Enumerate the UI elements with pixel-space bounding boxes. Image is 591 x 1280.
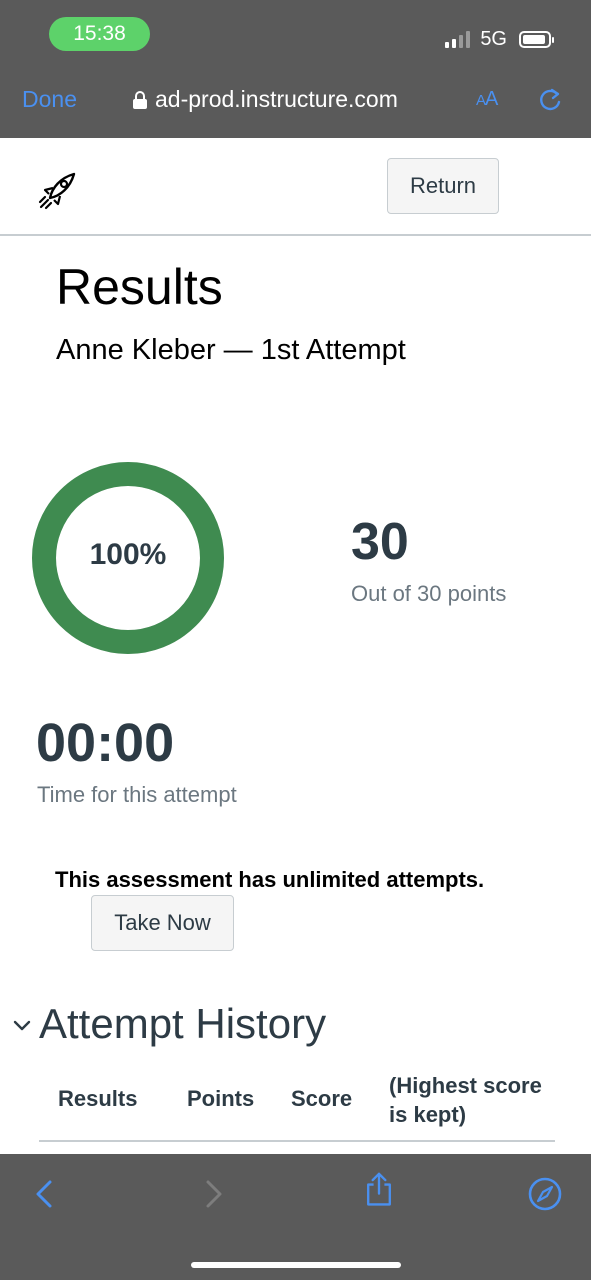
table-divider [39,1140,555,1142]
lock-icon [133,90,147,109]
browser-top-bar: 15:38 5G Done ad-prod.instructure.com AA [0,0,591,138]
attempt-subtitle: Anne Kleber — 1st Attempt [56,334,406,366]
done-button[interactable]: Done [22,86,77,113]
text-size-icon[interactable]: AA [476,88,498,111]
compass-icon[interactable] [527,1176,563,1212]
url-bar[interactable]: Done ad-prod.instructure.com AA [0,78,591,124]
score-percent: 100% [89,538,167,571]
reload-icon[interactable] [536,86,564,114]
attempt-history-title[interactable]: Attempt History [39,1000,326,1048]
share-icon[interactable] [361,1172,397,1208]
rocket-icon [38,172,76,210]
page-header: Return [0,138,591,236]
time-caption: Time for this attempt [37,782,237,807]
signal-icon [445,30,471,48]
status-indicators: 5G [445,26,554,52]
take-now-button[interactable]: Take Now [91,895,234,951]
battery-icon [519,30,554,48]
back-icon[interactable] [26,1176,62,1212]
attempts-notice: This assessment has unlimited attempts. [55,867,485,892]
url-field[interactable]: ad-prod.instructure.com [133,86,398,113]
time-value: 00:00 [36,713,175,773]
home-indicator [191,1262,401,1268]
return-button[interactable]: Return [387,158,499,214]
column-header-results: Results [58,1086,138,1111]
column-header-score: Score [291,1086,353,1111]
page-title: Results [56,259,223,315]
status-time: 15:38 [49,17,150,51]
points-value: 30 [351,513,409,571]
url-text: ad-prod.instructure.com [155,86,398,112]
network-label: 5G [480,27,507,50]
column-header-highest-score: (Highest score is kept) [389,1073,542,1127]
forward-icon[interactable] [196,1176,232,1212]
points-caption: Out of 30 points [351,581,507,606]
chevron-down-icon[interactable] [12,1016,32,1036]
column-header-points: Points [187,1086,255,1111]
browser-bottom-bar [0,1154,591,1280]
